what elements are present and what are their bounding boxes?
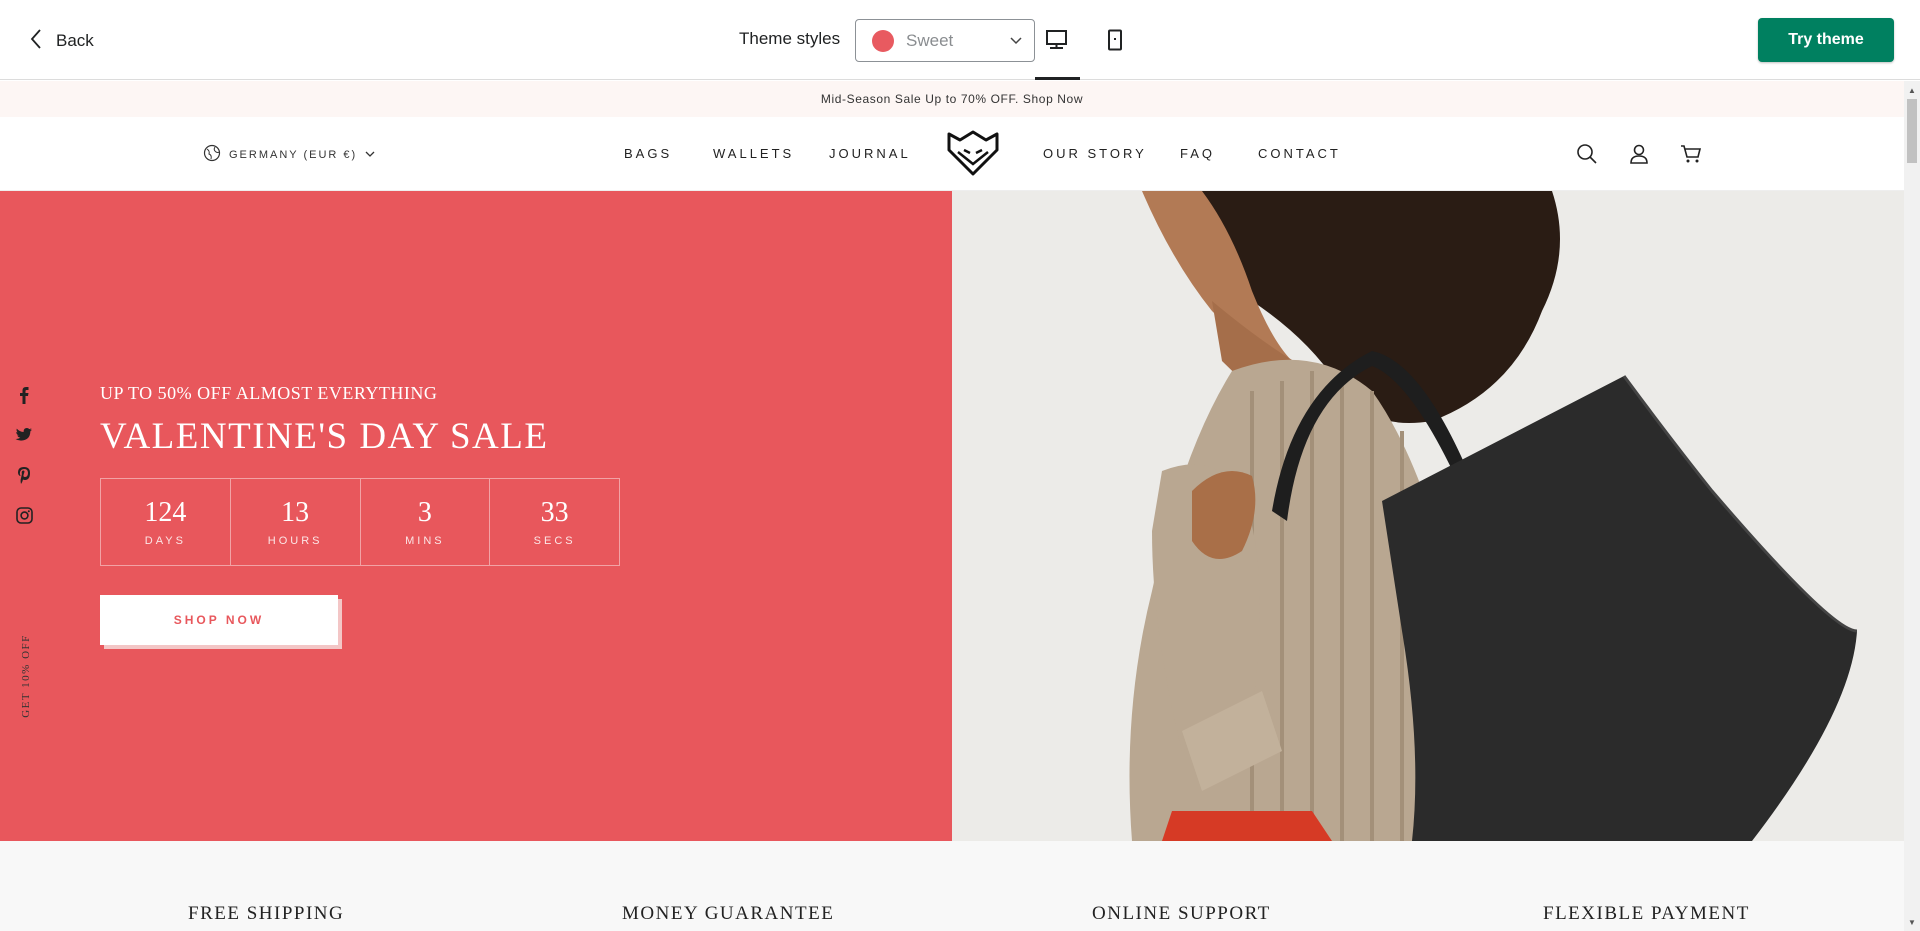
countdown-days: 124 DAYS — [101, 479, 231, 565]
desktop-view-button[interactable] — [1043, 28, 1071, 56]
nav-wallets[interactable]: WALLETS — [713, 146, 794, 161]
hero-image — [952, 191, 1904, 841]
store-header: GERMANY (EUR €) BAGS WALLETS JOURNAL OUR… — [0, 117, 1904, 191]
countdown-label: MINS — [405, 535, 445, 547]
nav-faq[interactable]: FAQ — [1180, 146, 1215, 161]
theme-style-select[interactable]: Sweet — [855, 19, 1035, 62]
nav-contact[interactable]: CONTACT — [1258, 146, 1341, 161]
nav-journal[interactable]: JOURNAL — [829, 146, 911, 161]
account-icon[interactable] — [1627, 142, 1651, 166]
announcement-bar[interactable]: Mid-Season Sale Up to 70% OFF. Shop Now — [0, 81, 1904, 117]
globe-icon — [203, 144, 221, 165]
countdown-label: SECS — [533, 535, 576, 547]
country-label: GERMANY (EUR €) — [229, 148, 358, 161]
scroll-up-arrow-icon[interactable]: ▲ — [1908, 85, 1916, 95]
countdown-timer: 124 DAYS 13 HOURS 3 MINS 33 SECS — [100, 478, 620, 566]
nav-bags[interactable]: BAGS — [624, 146, 672, 161]
hero-subtitle: UP TO 50% OFF ALMOST EVERYTHING — [100, 383, 438, 403]
countdown-value: 3 — [417, 497, 432, 528]
scroll-down-arrow-icon[interactable]: ▼ — [1908, 917, 1916, 927]
hero-title: VALENTINE'S DAY SALE — [100, 416, 549, 457]
features-strip: FREE SHIPPING MONEY GUARANTEE ONLINE SUP… — [0, 841, 1904, 931]
nav-our-story[interactable]: OUR STORY — [1043, 146, 1147, 161]
feature-money-guarantee: MONEY GUARANTEE — [622, 903, 835, 924]
instagram-icon[interactable] — [14, 505, 34, 525]
back-button[interactable]: Back — [30, 26, 94, 56]
feature-online-support: ONLINE SUPPORT — [1092, 903, 1271, 924]
feature-flexible-payment: FLEXIBLE PAYMENT — [1543, 903, 1750, 924]
mobile-view-button[interactable] — [1101, 28, 1129, 56]
theme-style-value: Sweet — [906, 30, 954, 50]
countdown-mins: 3 MINS — [361, 479, 491, 565]
theme-styles-label: Theme styles — [739, 29, 841, 48]
store-logo[interactable] — [946, 128, 1000, 178]
shop-now-button[interactable]: SHOP NOW — [100, 595, 338, 645]
preview-scrollbar[interactable]: ▲ ▼ — [1904, 81, 1920, 931]
search-icon[interactable] — [1575, 142, 1599, 166]
back-label: Back — [56, 31, 94, 50]
countdown-label: DAYS — [144, 535, 186, 547]
chevron-left-icon — [30, 28, 42, 55]
theme-color-swatch — [872, 29, 894, 52]
scrollbar-thumb[interactable] — [1907, 99, 1917, 163]
countdown-secs: 33 SECS — [490, 479, 619, 565]
get-discount-tab[interactable]: GET 10% OFF — [6, 631, 46, 721]
cart-icon[interactable] — [1679, 142, 1703, 166]
countdown-hours: 13 HOURS — [231, 479, 361, 565]
countdown-value: 124 — [144, 497, 187, 528]
feature-free-shipping: FREE SHIPPING — [188, 903, 345, 924]
country-selector[interactable]: GERMANY (EUR €) — [203, 144, 375, 165]
store-preview: Mid-Season Sale Up to 70% OFF. Shop Now … — [0, 81, 1904, 931]
try-theme-button[interactable]: Try theme — [1758, 18, 1894, 62]
chevron-down-icon — [1010, 32, 1022, 50]
active-device-indicator — [1035, 77, 1080, 80]
countdown-value: 13 — [281, 497, 310, 528]
countdown-value: 33 — [540, 497, 569, 528]
twitter-icon[interactable] — [14, 425, 34, 445]
hero-panel: UP TO 50% OFF ALMOST EVERYTHING VALENTIN… — [0, 191, 952, 841]
get-discount-label: GET 10% OFF — [20, 634, 32, 718]
theme-preview-bar: Back Theme styles Sweet Try theme — [0, 0, 1920, 80]
chevron-down-icon — [365, 149, 375, 161]
countdown-label: HOURS — [267, 535, 323, 547]
facebook-icon[interactable] — [14, 385, 34, 405]
mobile-icon — [1106, 29, 1124, 56]
pinterest-icon[interactable] — [14, 465, 34, 485]
desktop-icon — [1045, 29, 1069, 56]
